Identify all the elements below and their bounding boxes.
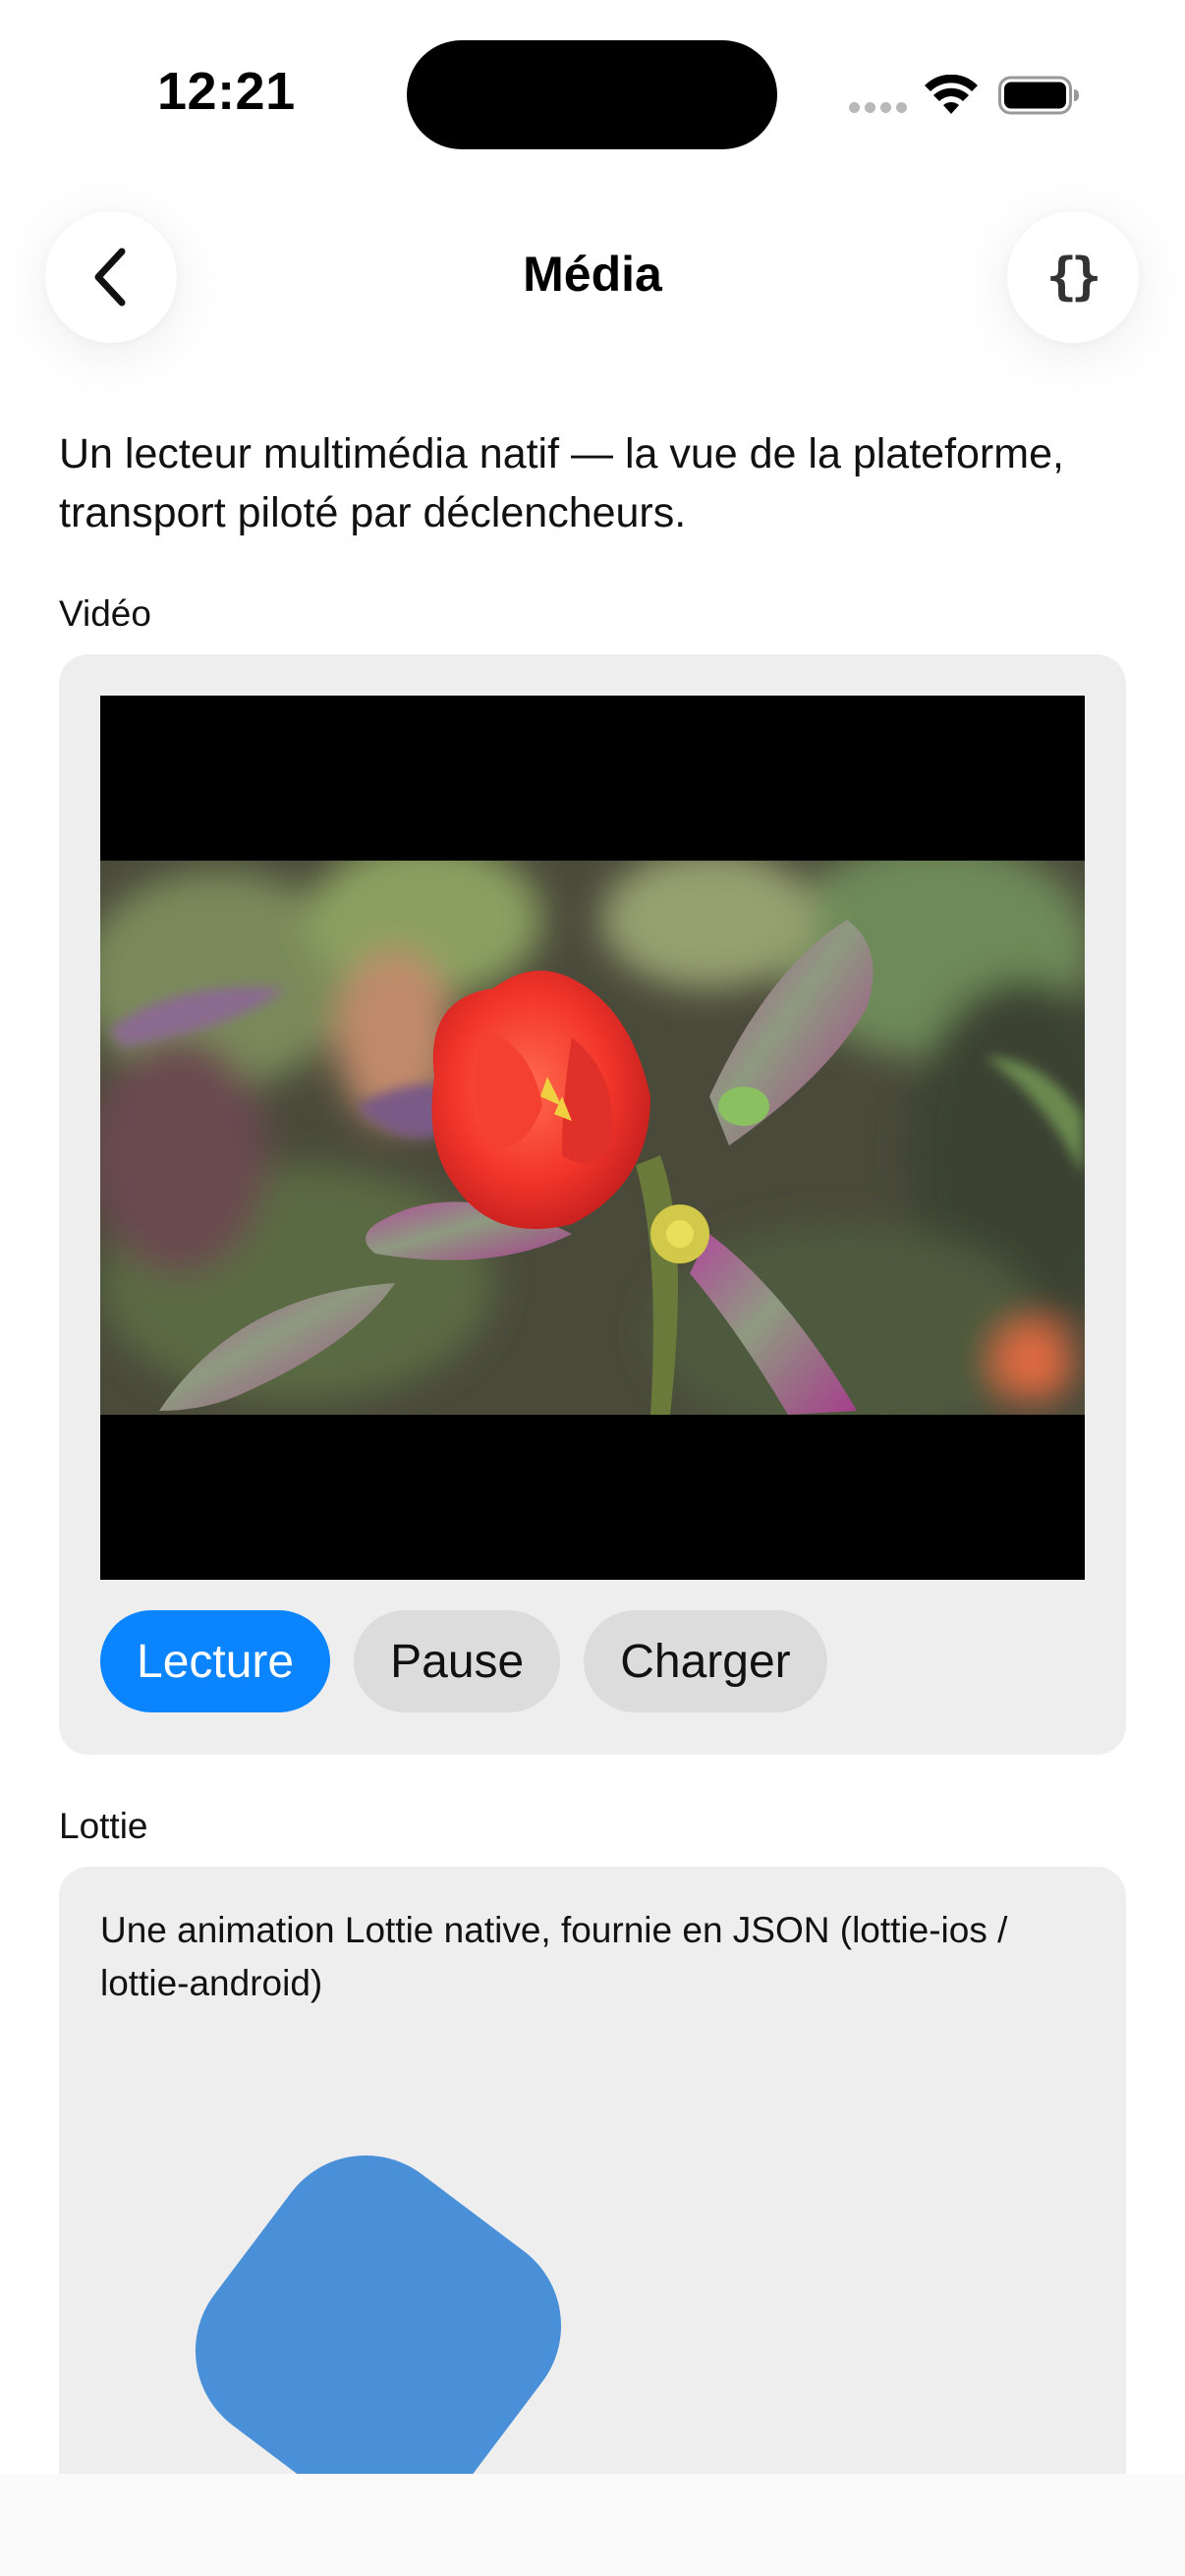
video-section-label: Vidéo (59, 593, 151, 634)
play-button[interactable]: Lecture (100, 1610, 331, 1712)
wifi-icon (925, 75, 978, 114)
lottie-card: Une animation Lottie native, fournie en … (59, 1867, 1126, 2576)
cellular-signal-icon (849, 102, 907, 113)
pause-button[interactable]: Pause (354, 1610, 561, 1712)
json-button[interactable]: {} (1007, 211, 1139, 343)
intro-text: Un lecteur multimédia natif — la vue de … (59, 430, 1064, 536)
video-card: Lecture Pause Charger (59, 654, 1126, 1755)
bottom-area (0, 2474, 1185, 2576)
load-button[interactable]: Charger (584, 1610, 827, 1712)
status-time: 12:21 (157, 62, 296, 121)
lottie-animation (195, 2155, 562, 2474)
screen: 12:21 Média {} Un lecteur multimédia nat… (0, 0, 1185, 2576)
battery-icon (998, 76, 1079, 115)
video-frame-image (100, 861, 1085, 1415)
video-player[interactable] (100, 696, 1085, 1580)
dynamic-island (407, 40, 777, 149)
lottie-section-label: Lottie (59, 1806, 148, 1846)
transport-controls: Lecture Pause Charger (100, 1610, 827, 1712)
curly-braces-icon: {} (1045, 248, 1102, 307)
